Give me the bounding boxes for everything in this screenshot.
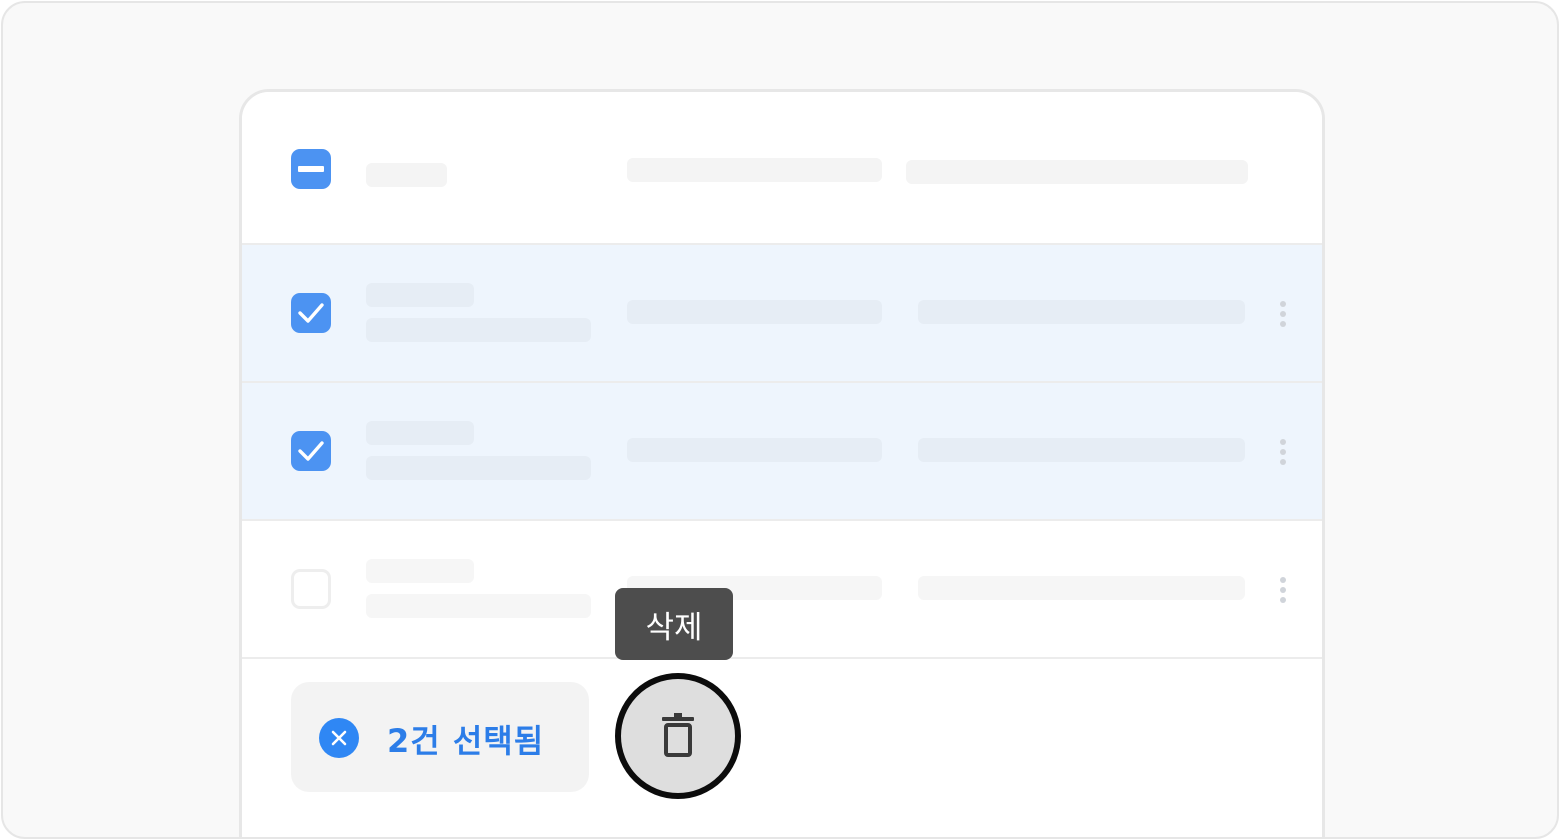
row-checkbox[interactable] xyxy=(291,293,331,333)
row-checkbox[interactable] xyxy=(291,569,331,609)
row-cell-placeholder xyxy=(627,300,882,324)
row-subtitle-placeholder xyxy=(366,594,591,618)
row-subtitle-placeholder xyxy=(366,318,591,342)
close-circle-icon[interactable] xyxy=(319,718,359,758)
row-cell-placeholder xyxy=(918,300,1245,324)
header-label-placeholder xyxy=(366,163,447,187)
row-cell-placeholder xyxy=(627,438,882,462)
row-checkbox[interactable] xyxy=(291,431,331,471)
app-frame: 2건 선택됨 삭제 xyxy=(1,1,1559,839)
table-row[interactable] xyxy=(242,245,1322,383)
header-label-placeholder xyxy=(906,160,1248,184)
checkmark-icon xyxy=(298,441,324,461)
row-title-placeholder xyxy=(366,421,474,445)
delete-button[interactable] xyxy=(615,673,741,799)
table-row[interactable] xyxy=(242,521,1322,659)
row-title-placeholder xyxy=(366,559,474,583)
list-card: 2건 선택됨 삭제 xyxy=(239,89,1325,837)
header-label-placeholder xyxy=(627,158,882,182)
selected-count-label: 2건 선택됨 xyxy=(387,722,545,760)
row-cell-placeholder xyxy=(918,438,1245,462)
select-all-checkbox[interactable] xyxy=(291,149,331,189)
trash-icon xyxy=(662,713,694,757)
more-vertical-icon[interactable] xyxy=(1280,439,1286,465)
table-row[interactable] xyxy=(242,383,1322,521)
more-vertical-icon[interactable] xyxy=(1280,577,1286,603)
row-cell-placeholder xyxy=(918,576,1245,600)
table-header-row xyxy=(242,92,1322,245)
indeterminate-minus-icon xyxy=(298,166,324,172)
selection-summary-chip: 2건 선택됨 xyxy=(291,682,589,792)
row-title-placeholder xyxy=(366,283,474,307)
delete-tooltip: 삭제 xyxy=(615,588,733,660)
more-vertical-icon[interactable] xyxy=(1280,301,1286,327)
checkmark-icon xyxy=(298,303,324,323)
row-subtitle-placeholder xyxy=(366,456,591,480)
